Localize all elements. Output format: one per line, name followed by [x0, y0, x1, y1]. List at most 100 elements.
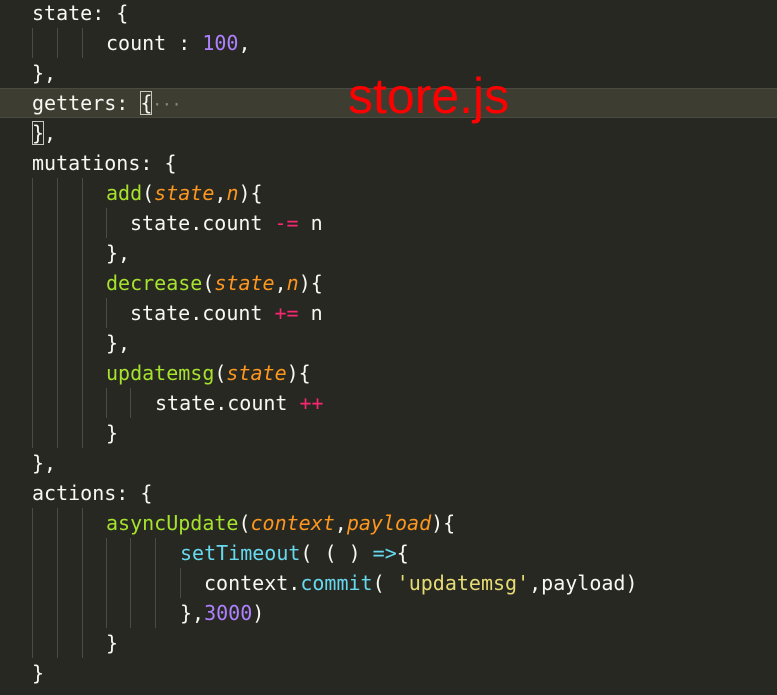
code-line[interactable]: mutations: {: [0, 148, 777, 178]
code-line-text: state.count -= n: [130, 208, 323, 238]
code-token: context: [250, 511, 335, 535]
code-line[interactable]: }: [0, 418, 777, 448]
code-token: ,payload): [529, 571, 638, 595]
code-token: ): [252, 601, 265, 625]
code-token: ( ( ): [300, 541, 373, 565]
code-token: },: [106, 331, 131, 355]
code-line-text: },: [32, 448, 56, 478]
code-token: ,: [238, 31, 251, 55]
code-token: state: [154, 181, 215, 205]
code-line-text: },: [106, 238, 130, 268]
code-line[interactable]: }: [0, 628, 777, 658]
code-token: ){: [238, 181, 263, 205]
code-line[interactable]: state.count ++: [0, 388, 777, 418]
code-token: decrease: [106, 271, 203, 295]
code-line[interactable]: count : 100,: [0, 28, 777, 58]
code-token: setTimeout: [180, 541, 301, 565]
code-line-text: }: [106, 418, 118, 448]
fold-ellipsis-icon[interactable]: ···: [152, 95, 181, 114]
code-token: },: [106, 241, 131, 265]
code-token: ,: [44, 121, 57, 145]
code-line[interactable]: },: [0, 448, 777, 478]
code-token: n: [298, 211, 323, 235]
code-token: commit: [300, 571, 373, 595]
code-token: add: [106, 181, 143, 205]
code-line-text: setTimeout( ( ) =>{: [180, 538, 409, 568]
code-line[interactable]: asyncUpdate(context,payload){: [0, 508, 777, 538]
code-token: n: [286, 271, 299, 295]
code-token: n: [298, 301, 323, 325]
code-token: (: [202, 271, 215, 295]
code-token: state.count: [155, 391, 300, 415]
code-line-text: },: [32, 58, 56, 88]
code-line-text: decrease(state,n){: [106, 268, 323, 298]
code-token: },: [180, 601, 205, 625]
code-token: 3000: [204, 601, 253, 625]
code-token: +=: [274, 301, 299, 325]
code-line-text: },: [106, 328, 130, 358]
code-token: getters:: [32, 91, 141, 115]
code-line[interactable]: },3000): [0, 598, 777, 628]
code-line[interactable]: state: {: [0, 0, 777, 28]
code-token: ){: [298, 271, 323, 295]
code-token: ++: [299, 391, 324, 415]
code-line-text: },3000): [180, 598, 264, 628]
code-line[interactable]: updatemsg(state){: [0, 358, 777, 388]
code-line-text: context.commit( 'updatemsg',payload): [204, 568, 638, 598]
code-line-text: actions: {: [32, 478, 152, 508]
code-token: state: {: [32, 1, 129, 25]
code-line-text: state.count += n: [130, 298, 323, 328]
code-token: }: [106, 421, 119, 445]
code-token: n: [226, 181, 239, 205]
code-line[interactable]: state.count += n: [0, 298, 777, 328]
code-token: ,: [334, 511, 347, 535]
code-line-text: count : 100,: [106, 28, 251, 58]
code-token: ,: [214, 181, 227, 205]
code-token: ,: [274, 271, 287, 295]
code-token: }: [106, 631, 119, 655]
code-line[interactable]: context.commit( 'updatemsg',payload): [0, 568, 777, 598]
code-line[interactable]: actions: {: [0, 478, 777, 508]
code-token: {: [140, 91, 153, 115]
code-token: -=: [274, 211, 299, 235]
code-line[interactable]: decrease(state,n){: [0, 268, 777, 298]
code-token: state.count: [130, 211, 275, 235]
code-token: },: [32, 451, 57, 475]
code-line-text: state: {: [32, 0, 128, 28]
code-line[interactable]: state.count -= n: [0, 208, 777, 238]
code-token: payload: [346, 511, 432, 535]
code-token: {: [396, 541, 409, 565]
code-line[interactable]: setTimeout( ( ) =>{: [0, 538, 777, 568]
code-token: state.count: [130, 301, 275, 325]
code-token: =>: [372, 541, 397, 565]
file-title-overlay: store.js: [348, 68, 510, 124]
code-token: }: [32, 661, 45, 685]
code-token: 'updatemsg': [396, 571, 530, 595]
code-token: ){: [431, 511, 456, 535]
code-token: },: [32, 61, 57, 85]
code-editor[interactable]: state: {count : 100,}, getters: {···}, mut…: [0, 0, 777, 695]
code-line-text: }: [32, 658, 44, 688]
code-token: (: [372, 571, 397, 595]
code-token: state: [214, 271, 275, 295]
code-line[interactable]: },: [0, 238, 777, 268]
code-line-text: getters: {···: [32, 89, 181, 119]
code-token: count :: [106, 31, 203, 55]
code-line[interactable]: add(state,n){: [0, 178, 777, 208]
code-line[interactable]: }: [0, 658, 777, 688]
code-line-text: state.count ++: [155, 388, 324, 418]
code-line-text: updatemsg(state){: [106, 358, 311, 388]
code-line-text: }: [106, 628, 118, 658]
code-token: context.: [204, 571, 301, 595]
code-token: }: [32, 121, 45, 145]
code-token: actions: {: [32, 481, 153, 505]
code-line[interactable]: },: [0, 328, 777, 358]
code-line-text: add(state,n){: [106, 178, 263, 208]
code-line-text: asyncUpdate(context,payload){: [106, 508, 455, 538]
code-token: 100: [202, 31, 239, 55]
code-token: mutations: {: [32, 151, 177, 175]
code-token: ){: [286, 361, 311, 385]
code-token: (: [214, 361, 227, 385]
code-line-text: mutations: {: [32, 148, 177, 178]
code-token: asyncUpdate: [106, 511, 239, 535]
